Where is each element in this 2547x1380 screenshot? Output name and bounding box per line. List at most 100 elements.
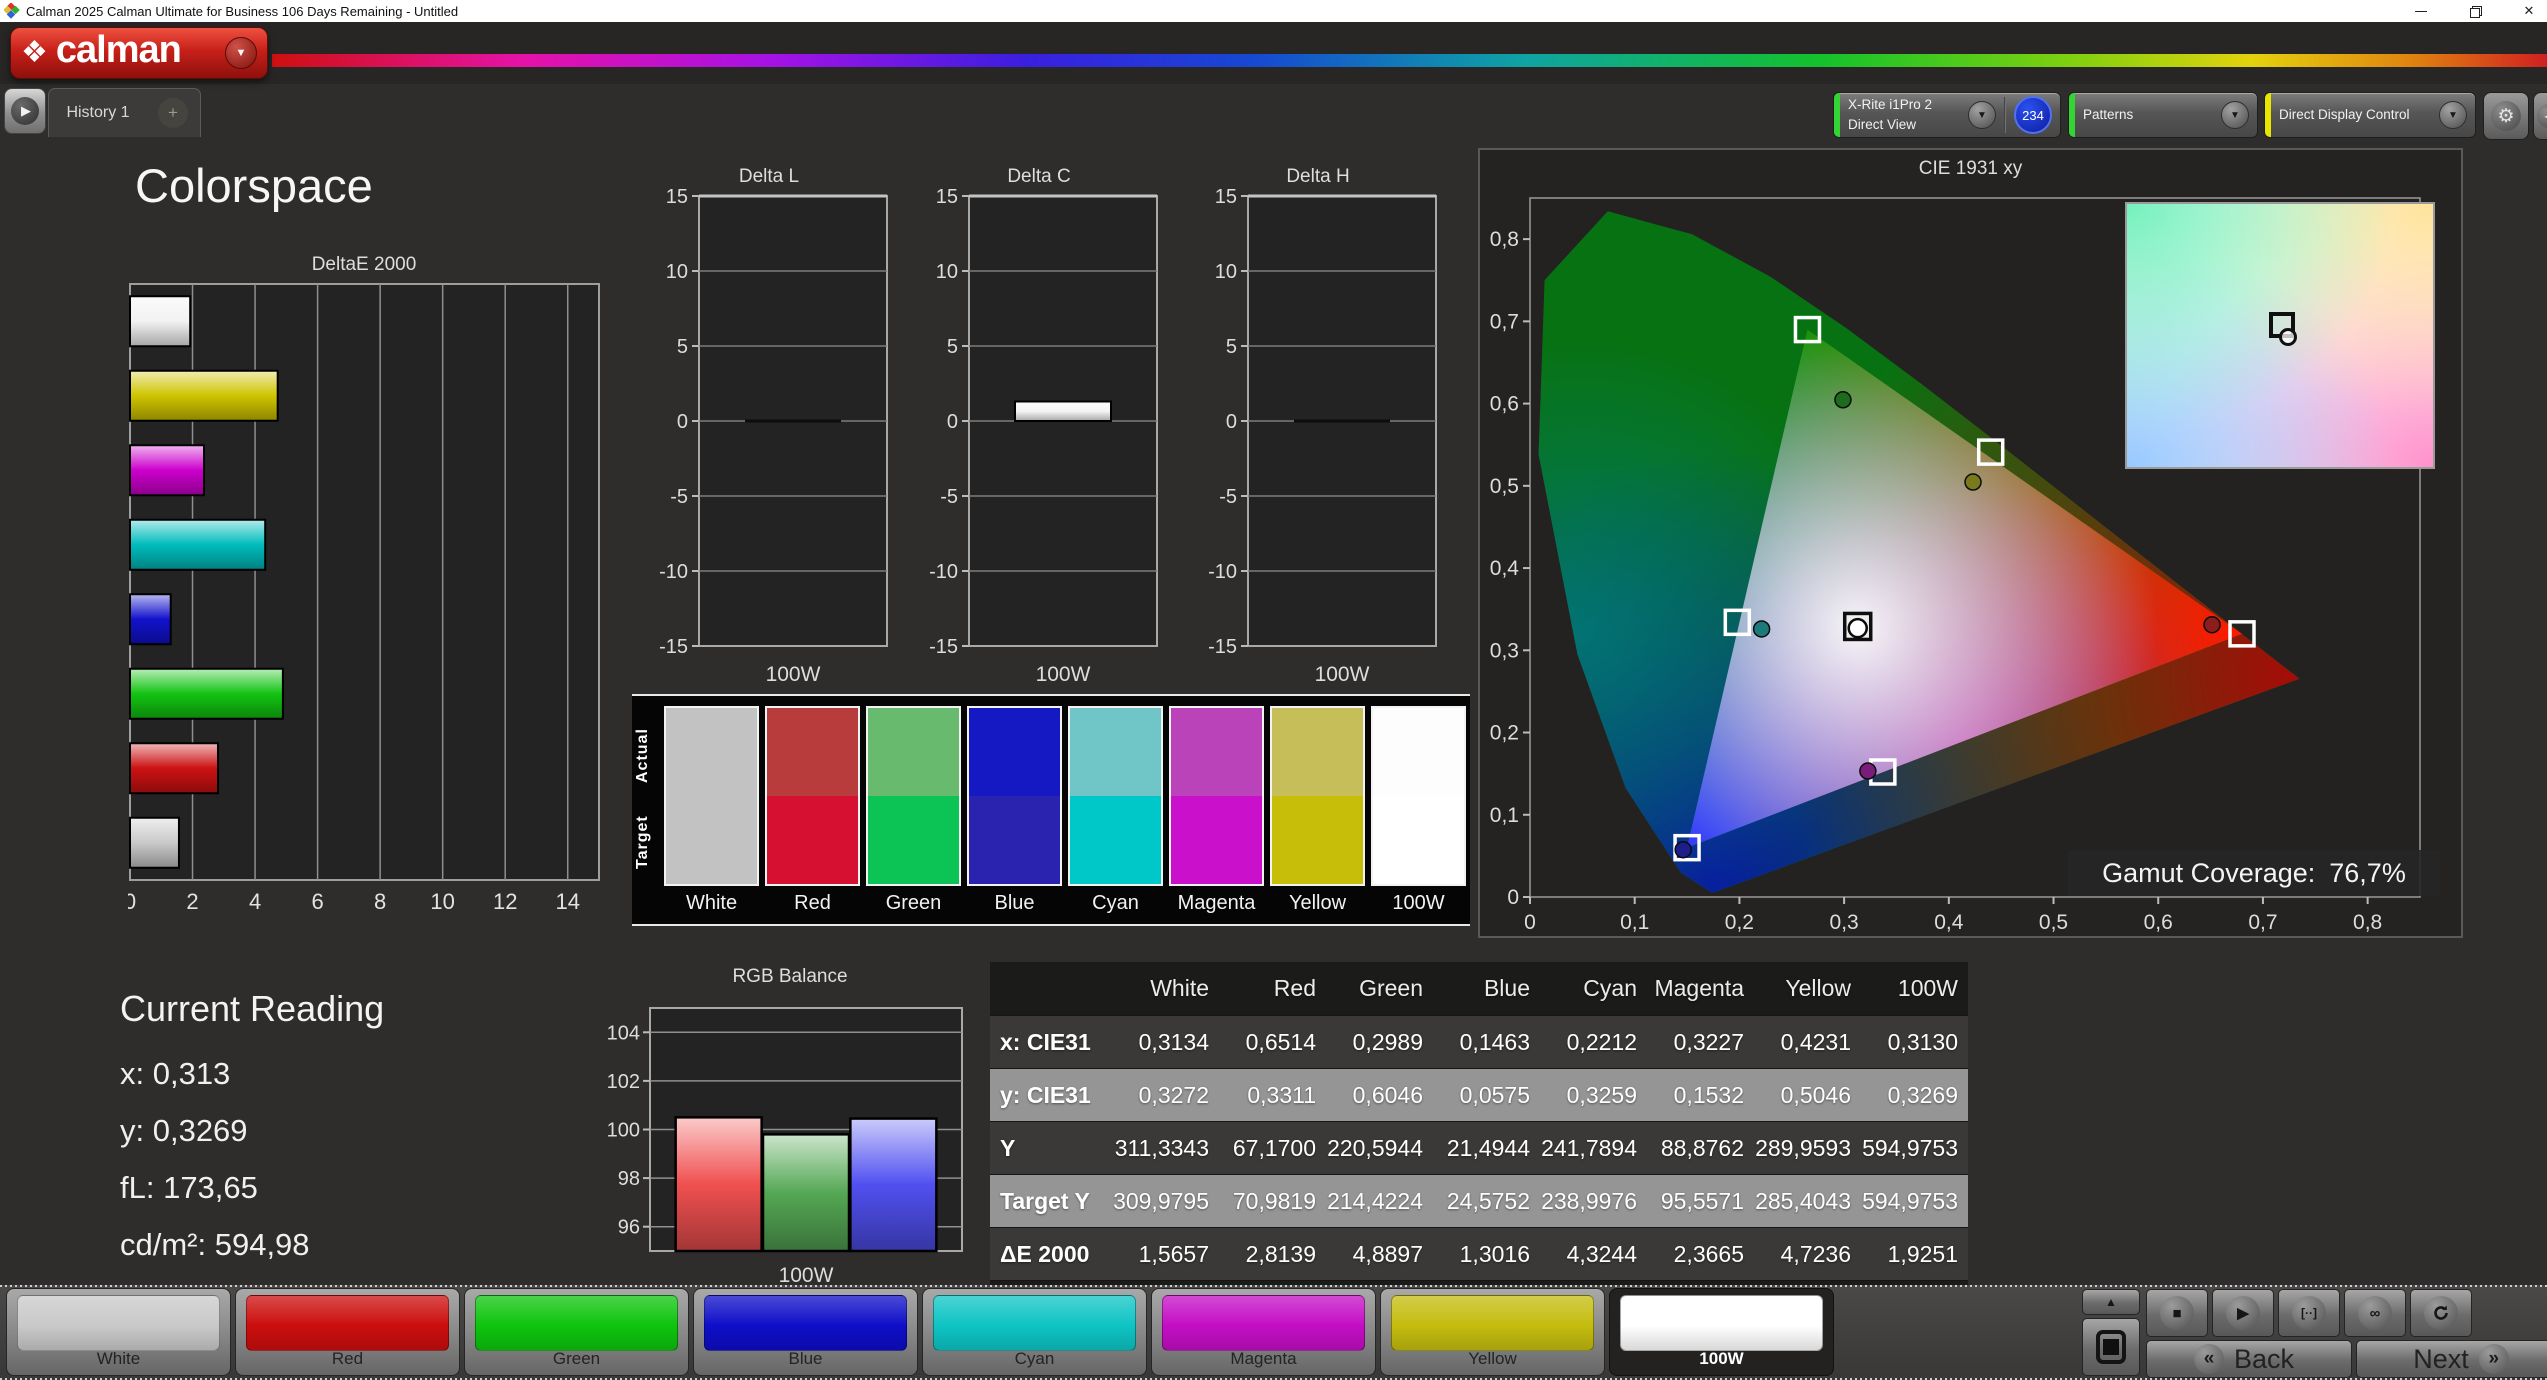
svg-text:0,8: 0,8 [2353, 911, 2382, 934]
pattern-button-blue[interactable]: Blue [693, 1288, 918, 1376]
loop-icon: ∞ [2358, 1296, 2392, 1330]
tab-history-1[interactable]: History 1 [48, 88, 148, 137]
pattern-button-white[interactable]: White [6, 1288, 231, 1376]
svg-text:0: 0 [128, 889, 136, 914]
svg-text:0,3: 0,3 [1490, 639, 1519, 662]
table-cell: 4,8897 [1352, 1240, 1423, 1267]
plus-icon: + [158, 98, 188, 128]
svg-text:0: 0 [677, 411, 688, 433]
svg-text:-10: -10 [929, 561, 958, 583]
next-label: Next [2413, 1343, 2469, 1374]
swatch-label-green: Green [885, 892, 942, 914]
svg-text:15: 15 [1215, 186, 1237, 208]
patterns-label: Patterns [2083, 106, 2134, 122]
pattern-button-magenta[interactable]: Magenta [1151, 1288, 1376, 1376]
svg-text:-15: -15 [929, 636, 958, 658]
table-row-label: x: CIE31 [1000, 1028, 1091, 1055]
calman-menu-chevron-icon: ▼ [225, 37, 257, 69]
svg-text:0,1: 0,1 [1490, 804, 1519, 827]
back-label: Back [2233, 1343, 2295, 1374]
svg-text:6: 6 [311, 889, 323, 914]
pattern-swatch [1620, 1295, 1823, 1351]
display-control[interactable]: Direct Display Control ▼ [2264, 92, 2476, 138]
svg-text:0,6: 0,6 [2144, 911, 2173, 934]
delta-c-chart-title: Delta C [1007, 166, 1071, 187]
patterns-chevron-down-icon[interactable]: ▼ [2221, 101, 2249, 129]
cie-chart-title: CIE 1931 xy [1918, 158, 2023, 179]
calman-diamond-icon: ❖ [21, 36, 48, 69]
svg-text:15: 15 [666, 186, 688, 208]
table-cell: 2,8139 [1245, 1240, 1316, 1267]
pattern-swatch [246, 1295, 449, 1351]
loop-button[interactable]: ∞ [2344, 1289, 2406, 1337]
pattern-button-100w[interactable]: 100W [1609, 1288, 1834, 1376]
svg-text:98: 98 [618, 1168, 640, 1190]
svg-text:-10: -10 [1208, 561, 1237, 583]
swatch-actual [1070, 708, 1161, 796]
sidebar-expander-button[interactable]: ▶ [4, 88, 46, 134]
pattern-label: Blue [788, 1349, 823, 1368]
swatch-target [868, 796, 959, 884]
deltae-bar-green [129, 667, 284, 720]
whitepoint-inset [2125, 202, 2435, 469]
swatch-actual [969, 708, 1060, 796]
display-chevron-down-icon[interactable]: ▼ [2439, 101, 2467, 129]
table-cell: 241,7894 [1541, 1134, 1637, 1161]
table-row-label: Target Y [1000, 1187, 1090, 1214]
svg-text:12: 12 [493, 889, 517, 914]
table-cell: 0,1463 [1459, 1028, 1530, 1055]
cie-measured-white [1847, 617, 1868, 639]
pattern-label: 100W [1699, 1349, 1744, 1368]
table-cell: 0,2212 [1566, 1028, 1637, 1055]
svg-text:0: 0 [1524, 911, 1536, 934]
stop-button[interactable]: ■ [2146, 1289, 2208, 1337]
table-col-yellow: Yellow [1785, 975, 1851, 1001]
restore-icon[interactable] [2467, 3, 2483, 19]
swatch-actual [1171, 708, 1262, 796]
refresh-button[interactable] [2410, 1289, 2472, 1337]
step-button[interactable]: [··] [2278, 1289, 2340, 1337]
table-cell: 238,9976 [1541, 1187, 1637, 1214]
swatch-target [1171, 796, 1262, 884]
table-row: x: CIE31 0,3134 0,6514 0,2989 0,1463 0,2212 0,… [990, 1016, 1968, 1069]
settings-button[interactable]: ⚙ [2483, 92, 2529, 140]
pattern-button-red[interactable]: Red [235, 1288, 460, 1376]
table-header-row: White Red Green Blue Cyan Magenta Yellow 100W [990, 962, 1968, 1016]
svg-text:100W: 100W [766, 663, 821, 686]
meter-control[interactable]: X-Rite i1Pro 2 Direct View ▼ 234 [1833, 92, 2061, 138]
table-cell: 220,5944 [1327, 1134, 1423, 1161]
calman-menu-button[interactable]: ❖ calman ▼ [10, 27, 268, 79]
expander-play-icon: ▶ [11, 97, 39, 125]
window-title: Calman 2025 Calman Ultimate for Business… [26, 3, 459, 19]
pattern-button-green[interactable]: Green [464, 1288, 689, 1376]
pattern-button-yellow[interactable]: Yellow [1380, 1288, 1605, 1376]
meter-chevron-down-icon[interactable]: ▼ [1968, 101, 1996, 129]
svg-text:0,5: 0,5 [2039, 911, 2068, 934]
pattern-window-up-button[interactable]: ▲ [2082, 1289, 2140, 1315]
pattern-button-cyan[interactable]: Cyan [922, 1288, 1147, 1376]
rgb-bar-green [761, 1133, 851, 1253]
pattern-window-button[interactable] [2082, 1318, 2140, 1376]
swatch-column-white [664, 706, 759, 886]
table-cell: 594,9753 [1862, 1134, 1958, 1161]
swatch-actual [767, 708, 858, 796]
table-cell: 594,9753 [1862, 1187, 1958, 1214]
add-tab-button[interactable]: + [146, 88, 201, 137]
table-cell: 95,5571 [1660, 1187, 1744, 1214]
deltae2000-chart-title: DeltaE 2000 [311, 254, 417, 275]
brand-band [0, 22, 2547, 84]
minimize-icon[interactable] [2413, 3, 2429, 19]
stop-icon: ■ [2160, 1296, 2194, 1330]
patterns-control[interactable]: Patterns ▼ [2068, 92, 2258, 138]
rgb-bar-blue [849, 1117, 938, 1253]
svg-text:-5: -5 [1219, 486, 1237, 508]
back-button[interactable]: « Back [2146, 1340, 2352, 1378]
table-col-white: White [1150, 975, 1209, 1001]
pattern-label: Magenta [1230, 1349, 1297, 1368]
play-button[interactable]: ▶ [2212, 1289, 2274, 1337]
next-button[interactable]: Next » [2356, 1340, 2547, 1378]
collapse-panel-button[interactable]: ◀ [2533, 92, 2547, 140]
table-row: y: CIE31 0,3272 0,3311 0,6046 0,0575 0,3259 0,… [990, 1069, 1968, 1122]
close-icon[interactable]: ✕ [2521, 3, 2537, 19]
svg-text:-10: -10 [659, 561, 688, 583]
